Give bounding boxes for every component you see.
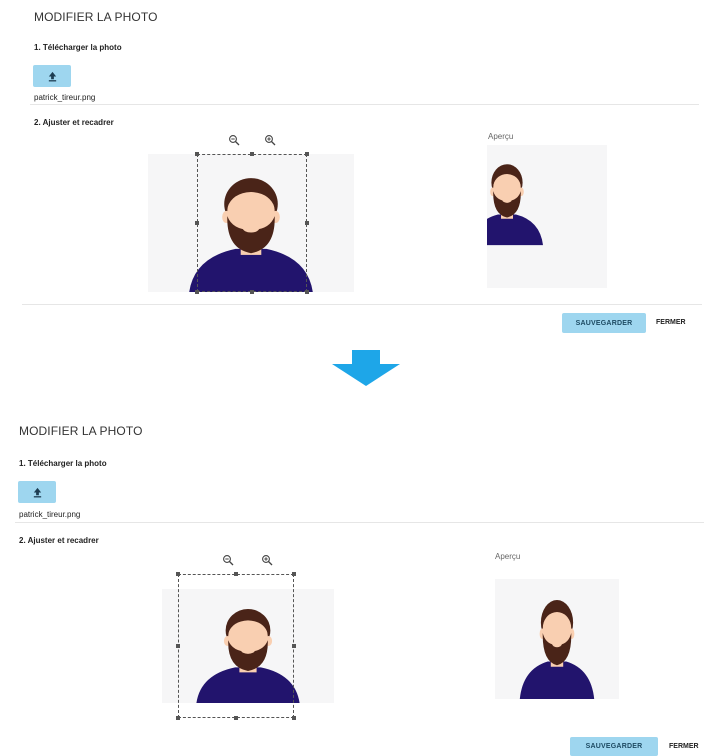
zoom-out-button[interactable] <box>222 554 234 566</box>
crop-handle[interactable] <box>176 572 180 576</box>
close-button[interactable]: FERMER <box>656 319 686 326</box>
avatar-preview <box>495 579 619 699</box>
preview-image <box>495 579 619 699</box>
crop-handle[interactable] <box>176 716 180 720</box>
crop-handle[interactable] <box>195 152 199 156</box>
crop-handle[interactable] <box>234 716 238 720</box>
crop-handle[interactable] <box>292 572 296 576</box>
save-button[interactable]: SAUVEGARDER <box>570 737 658 756</box>
avatar-preview <box>487 145 607 288</box>
zoom-in-icon <box>261 554 273 566</box>
zoom-in-button[interactable] <box>261 554 273 566</box>
edit-photo-dialog-before: MODIFIER LA PHOTO 1. Télécharger la phot… <box>0 0 704 345</box>
zoom-out-icon <box>222 554 234 566</box>
crop-handle[interactable] <box>195 221 199 225</box>
file-name: patrick_tireur.png <box>34 93 96 102</box>
zoom-out-button[interactable] <box>228 134 240 146</box>
crop-handle[interactable] <box>305 290 309 294</box>
divider <box>30 104 699 105</box>
crop-handle[interactable] <box>305 221 309 225</box>
preview-label: Aperçu <box>488 132 514 141</box>
step-crop-label: 2. Ajuster et recadrer <box>19 536 99 545</box>
dialog-title: MODIFIER LA PHOTO <box>34 10 158 24</box>
upload-button[interactable] <box>18 481 56 503</box>
zoom-out-icon <box>228 134 240 146</box>
dialog-title: MODIFIER LA PHOTO <box>19 424 143 438</box>
crop-handle[interactable] <box>234 572 238 576</box>
close-button[interactable]: FERMER <box>669 743 699 750</box>
upload-icon <box>47 71 58 82</box>
edit-photo-dialog-after: MODIFIER LA PHOTO 1. Télécharger la phot… <box>0 415 704 756</box>
file-name: patrick_tireur.png <box>19 510 81 519</box>
save-button[interactable]: SAUVEGARDER <box>562 313 646 333</box>
crop-handle[interactable] <box>195 290 199 294</box>
crop-frame[interactable] <box>197 154 307 292</box>
divider <box>22 304 702 305</box>
zoom-in-button[interactable] <box>264 134 276 146</box>
crop-frame[interactable] <box>178 574 294 718</box>
crop-handle[interactable] <box>292 716 296 720</box>
step-upload-label: 1. Télécharger la photo <box>19 459 107 468</box>
upload-button[interactable] <box>33 65 71 87</box>
zoom-in-icon <box>264 134 276 146</box>
preview-image <box>487 145 607 288</box>
step-upload-label: 1. Télécharger la photo <box>34 43 122 52</box>
crop-handle[interactable] <box>250 290 254 294</box>
crop-handle[interactable] <box>176 644 180 648</box>
upload-icon <box>32 487 43 498</box>
step-crop-label: 2. Ajuster et recadrer <box>34 118 114 127</box>
crop-handle[interactable] <box>305 152 309 156</box>
divider <box>15 522 704 523</box>
crop-handle[interactable] <box>292 644 296 648</box>
crop-handle[interactable] <box>250 152 254 156</box>
arrow-down-icon <box>332 350 400 386</box>
preview-label: Aperçu <box>495 552 521 561</box>
